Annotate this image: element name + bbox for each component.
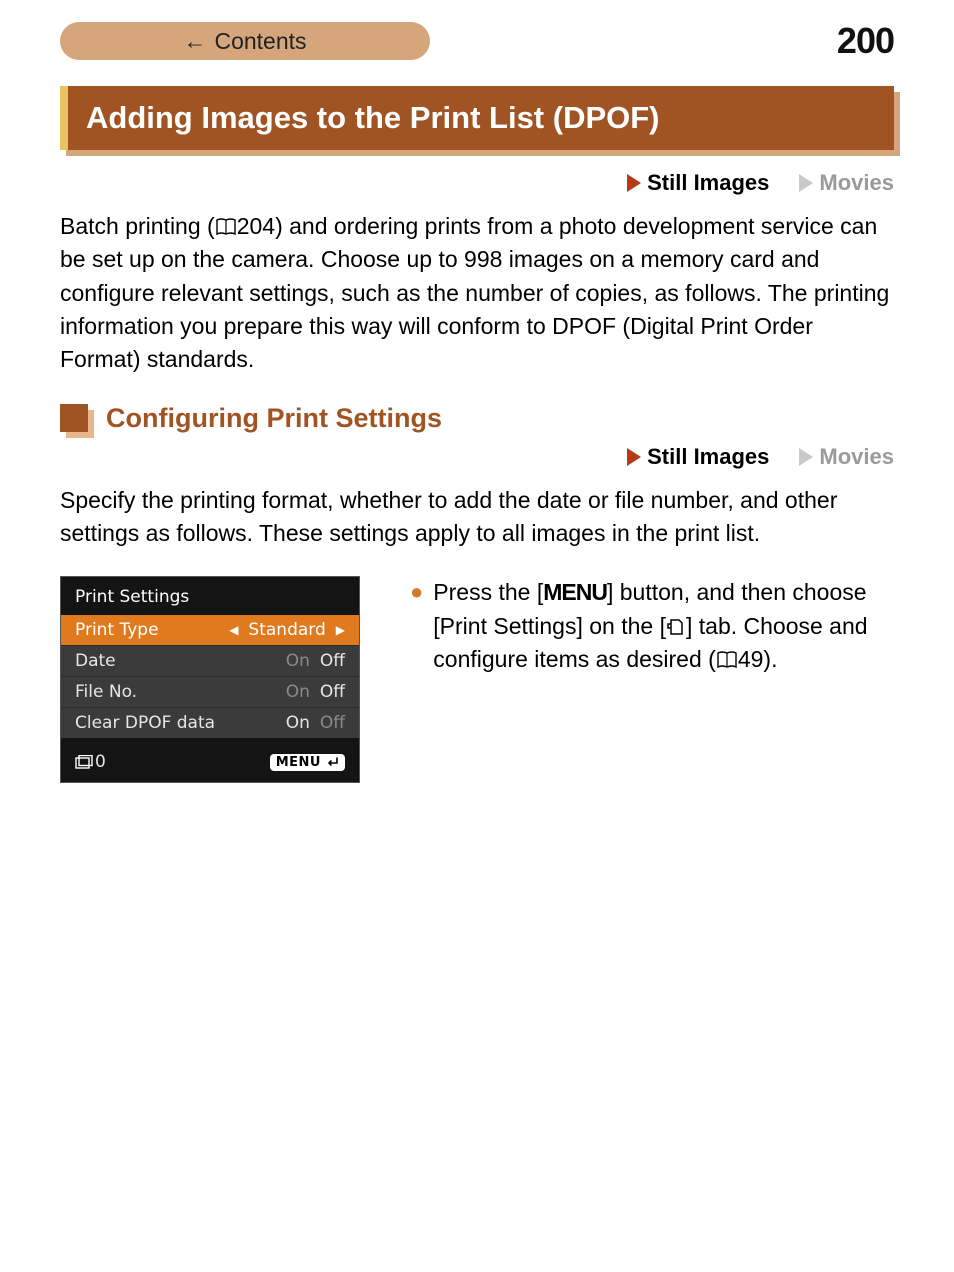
back-arrow-icon: ← (183, 28, 206, 55)
lcd-row-label: Clear DPOF data (75, 713, 215, 733)
contents-label: Contents (214, 28, 306, 55)
instruction-text: ● Press the [MENU] button, and then choo… (410, 576, 894, 676)
intro-paragraph: Batch printing (204) and ordering prints… (60, 210, 894, 377)
lcd-row-on: On (286, 651, 310, 671)
stack-icon (75, 755, 95, 769)
lcd-row-print-type: Print Type ◀ Standard ▶ (61, 615, 359, 646)
camera-lcd-screenshot: Print Settings Print Type ◀ Standard ▶ D… (60, 576, 360, 783)
lcd-row-label: Print Type (75, 620, 159, 640)
menu-label: MENU (276, 755, 321, 770)
print-tab-icon (666, 617, 686, 637)
tag-movies-label: Movies (819, 444, 894, 470)
lcd-row-off: Off (320, 651, 345, 671)
lcd-title: Print Settings (61, 577, 359, 615)
lcd-row-file-no: File No. On Off (61, 677, 359, 708)
instr-ref[interactable]: 49 (738, 646, 764, 672)
lcd-footer: 0 MENU (61, 738, 359, 782)
media-tags-1: Still Images Movies (60, 170, 894, 196)
left-arrow-icon: ◀ (229, 623, 238, 637)
intro-text-a: Batch printing ( (60, 213, 215, 239)
tag-still-label: Still Images (647, 170, 769, 196)
section-heading-wrap: Adding Images to the Print List (DPOF) (60, 86, 894, 150)
lcd-row-value: Standard (248, 620, 325, 640)
lcd-row-label: Date (75, 651, 116, 671)
return-icon (325, 756, 339, 768)
play-icon (799, 448, 813, 466)
instr-t1: Press the [ (433, 579, 543, 605)
lcd-print-count: 0 (75, 752, 106, 772)
play-icon (627, 448, 641, 466)
play-icon (799, 174, 813, 192)
menu-word: MENU (543, 579, 607, 605)
instruction-paragraph: Press the [MENU] button, and then choose… (433, 576, 894, 676)
tag-still-label: Still Images (647, 444, 769, 470)
lcd-row-off: Off (320, 713, 345, 733)
subsection-heading: Configuring Print Settings (106, 403, 442, 434)
heading-square-icon (60, 404, 88, 432)
lcd-row-on: On (286, 682, 310, 702)
lcd-row-off: Off (320, 682, 345, 702)
intro-ref[interactable]: 204 (237, 213, 275, 239)
media-tags-2: Still Images Movies (60, 444, 894, 470)
contents-button[interactable]: ← Contents (60, 22, 430, 60)
tag-still-images: Still Images (627, 170, 769, 196)
bullet-icon: ● (410, 576, 423, 676)
subsection-heading-row: Configuring Print Settings (60, 403, 894, 434)
instruction-row: Print Settings Print Type ◀ Standard ▶ D… (60, 576, 894, 783)
lcd-count-value: 0 (95, 752, 106, 772)
lcd-row-label: File No. (75, 682, 137, 702)
tag-still-images: Still Images (627, 444, 769, 470)
lcd-row-date: Date On Off (61, 646, 359, 677)
lcd-row-on: On (286, 713, 310, 733)
header-row: ← Contents 200 (60, 20, 894, 62)
page-number: 200 (837, 20, 894, 62)
sub-intro-paragraph: Specify the printing format, whether to … (60, 484, 894, 551)
instr-t4: ). (763, 646, 777, 672)
tag-movies: Movies (799, 170, 894, 196)
section-heading: Adding Images to the Print List (DPOF) (60, 86, 894, 150)
tag-movies-label: Movies (819, 170, 894, 196)
play-icon (627, 174, 641, 192)
tag-movies: Movies (799, 444, 894, 470)
right-arrow-icon: ▶ (336, 623, 345, 637)
book-icon (716, 651, 738, 669)
book-icon (215, 218, 237, 236)
lcd-menu-back: MENU (270, 754, 345, 771)
lcd-row-clear-dpof: Clear DPOF data On Off (61, 708, 359, 738)
